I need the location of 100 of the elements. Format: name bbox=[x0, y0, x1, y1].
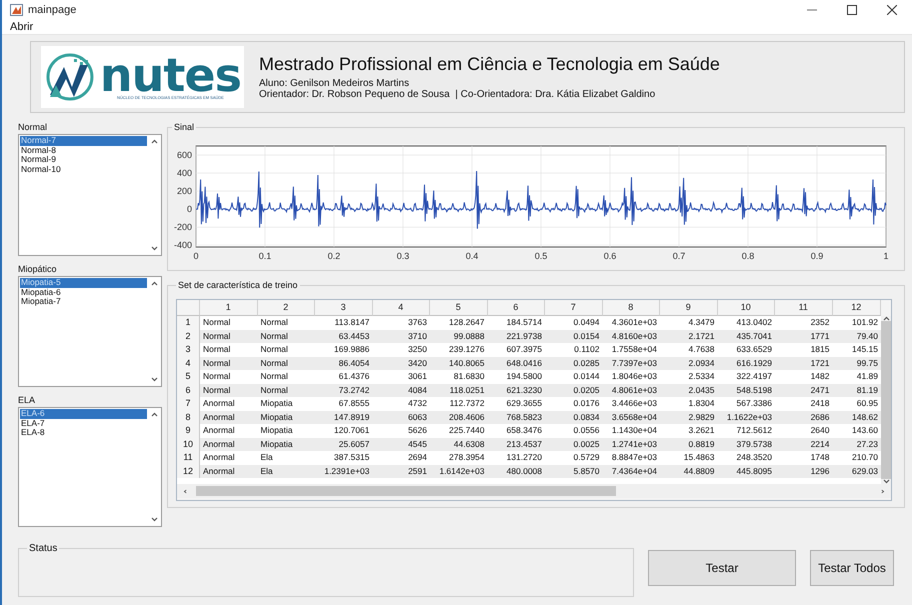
table-cell: Anormal bbox=[200, 410, 258, 424]
table-cell: 379.5738 bbox=[718, 438, 775, 451]
tick-label: 0.8 bbox=[742, 251, 754, 261]
table-cell: 548.5198 bbox=[718, 384, 775, 397]
table-cell: 387.5315 bbox=[315, 451, 372, 464]
table-cell: 208.4606 bbox=[430, 410, 488, 424]
table-cell: 0.0025 bbox=[545, 438, 602, 451]
tick-label: -200 bbox=[174, 222, 192, 232]
menu-item[interactable]: Abrir bbox=[8, 20, 36, 34]
close-icon[interactable] bbox=[887, 5, 897, 15]
table-cell: 147.8919 bbox=[315, 410, 372, 424]
tick-label: 1 bbox=[884, 251, 888, 261]
table-cell: 5626 bbox=[372, 424, 430, 438]
chevron-left-icon[interactable] bbox=[183, 488, 188, 494]
table-cell: 4084 bbox=[372, 384, 430, 397]
table-cell: 1.1430e+04 bbox=[602, 424, 660, 438]
chevron-up-icon[interactable] bbox=[151, 412, 158, 417]
tick-label: 200 bbox=[176, 186, 192, 196]
list-label: Normal bbox=[18, 122, 48, 133]
list-item[interactable]: ELA-7 bbox=[20, 418, 147, 428]
table-cell: 131.2720 bbox=[488, 451, 545, 464]
horizontal-scrollbar[interactable] bbox=[177, 484, 891, 498]
list-box[interactable]: ELA-6 ELA-7 ELA-8 bbox=[18, 407, 162, 527]
chevron-down-icon[interactable] bbox=[882, 479, 890, 484]
table-cell: 118.0251 bbox=[430, 384, 488, 397]
table-cell: 81.19 bbox=[832, 384, 881, 397]
test-button[interactable]: Testar bbox=[648, 550, 796, 586]
table-cell: 3420 bbox=[372, 356, 430, 370]
chevron-down-icon[interactable] bbox=[151, 377, 158, 382]
list-item[interactable]: ELA-6 bbox=[20, 409, 147, 418]
table-cell: 0.0556 bbox=[545, 424, 602, 438]
table-cell: 0.0154 bbox=[545, 330, 602, 343]
table-cell: 2591 bbox=[372, 464, 430, 478]
list-item[interactable]: Normal-9 bbox=[20, 155, 147, 164]
tick-label: 0.3 bbox=[396, 251, 410, 261]
table-cell: 27.23 bbox=[832, 438, 881, 451]
table-cell: 648.0416 bbox=[488, 356, 545, 370]
chevron-down-icon[interactable] bbox=[151, 517, 158, 522]
table-cell: 621.3230 bbox=[488, 384, 545, 397]
tick-label: 400 bbox=[176, 168, 192, 178]
logo-mark-icon bbox=[44, 51, 96, 103]
table-cell: 633.6529 bbox=[718, 343, 775, 356]
table-cell: 322.4197 bbox=[718, 370, 775, 384]
student-name: Aluno: Genilson Medeiros Martins bbox=[259, 78, 410, 89]
table-cell: 1.2741e+03 bbox=[602, 438, 660, 451]
vertical-scrollbar[interactable] bbox=[881, 316, 891, 484]
advisors-text: Orientador: Dr. Robson Pequeno de Sousa | Co-Orientadora: Dra. Kátia Elizabet Galdino bbox=[259, 89, 656, 100]
list-item[interactable]: Normal-7 bbox=[20, 136, 147, 146]
list-item[interactable]: Miopatia-5 bbox=[20, 278, 147, 288]
test-button[interactable]: Testar Todos bbox=[810, 550, 894, 586]
table-cell: 213.4537 bbox=[488, 438, 545, 451]
table-cell: 3250 bbox=[372, 343, 430, 356]
list-item[interactable]: Miopatia-7 bbox=[20, 297, 147, 306]
table-cell: Normal bbox=[258, 384, 315, 397]
chevron-right-icon[interactable] bbox=[880, 488, 885, 494]
table-cell: 63.4453 bbox=[315, 330, 372, 343]
table-cell: 278.3954 bbox=[430, 451, 488, 464]
tick-label: 0.2 bbox=[328, 251, 340, 261]
chevron-down-icon[interactable] bbox=[151, 246, 158, 251]
table-cell: 0.0144 bbox=[545, 370, 602, 384]
table-cell: 413.0402 bbox=[718, 316, 775, 330]
table-cell: 4.8061e+03 bbox=[602, 384, 660, 397]
table-cell: 112.7372 bbox=[430, 397, 488, 410]
list-item[interactable]: Normal-10 bbox=[20, 164, 147, 174]
table-cell: 4.3601e+03 bbox=[602, 316, 660, 330]
table-cell: Anormal bbox=[200, 424, 258, 438]
table-cell: 2686 bbox=[775, 410, 832, 424]
table-cell: 2214 bbox=[775, 438, 832, 451]
table-cell: 4.7638 bbox=[660, 343, 718, 356]
chevron-up-icon[interactable] bbox=[882, 316, 890, 321]
table-cell: 2694 bbox=[372, 451, 430, 464]
table-cell: 435.7041 bbox=[718, 330, 775, 343]
panel-title: Set de característica de treino bbox=[177, 280, 299, 290]
table-cell: Normal bbox=[258, 370, 315, 384]
table-cell: 629.03 bbox=[832, 464, 881, 478]
table-cell: 3.2621 bbox=[660, 424, 718, 438]
table-cell: 99.0888 bbox=[430, 330, 488, 343]
table-cell: 3061 bbox=[372, 370, 430, 384]
tick-label: 0.7 bbox=[672, 251, 686, 261]
table-cell: Normal bbox=[258, 343, 315, 356]
list-item[interactable]: Normal-8 bbox=[20, 146, 147, 155]
chevron-up-icon[interactable] bbox=[151, 139, 158, 144]
table-cell: Normal bbox=[200, 356, 258, 370]
table-cell: 81.6830 bbox=[430, 370, 488, 384]
table-cell: 1748 bbox=[775, 451, 832, 464]
maximize-icon[interactable] bbox=[847, 5, 857, 15]
tick-label: 0.4 bbox=[466, 251, 478, 261]
list-box[interactable]: Normal-7 Normal-8 Normal-9 Normal-10 bbox=[18, 134, 162, 256]
list-item[interactable]: Miopatia-6 bbox=[20, 288, 147, 297]
table-cell: 8.8847e+03 bbox=[602, 451, 660, 464]
tick-label: 0.6 bbox=[604, 251, 616, 261]
table-cell: Normal bbox=[200, 316, 258, 330]
list-item[interactable]: ELA-8 bbox=[20, 428, 147, 438]
table-cell: Anormal bbox=[200, 438, 258, 451]
list-box[interactable]: Miopatia-5 Miopatia-6 Miopatia-7 bbox=[18, 276, 162, 387]
table-cell: 5.8570 bbox=[545, 464, 602, 478]
table-cell: 445.8095 bbox=[718, 464, 775, 478]
table-cell: 194.5800 bbox=[488, 370, 545, 384]
table-cell: 3763 bbox=[372, 316, 430, 330]
chevron-up-icon[interactable] bbox=[151, 281, 158, 286]
